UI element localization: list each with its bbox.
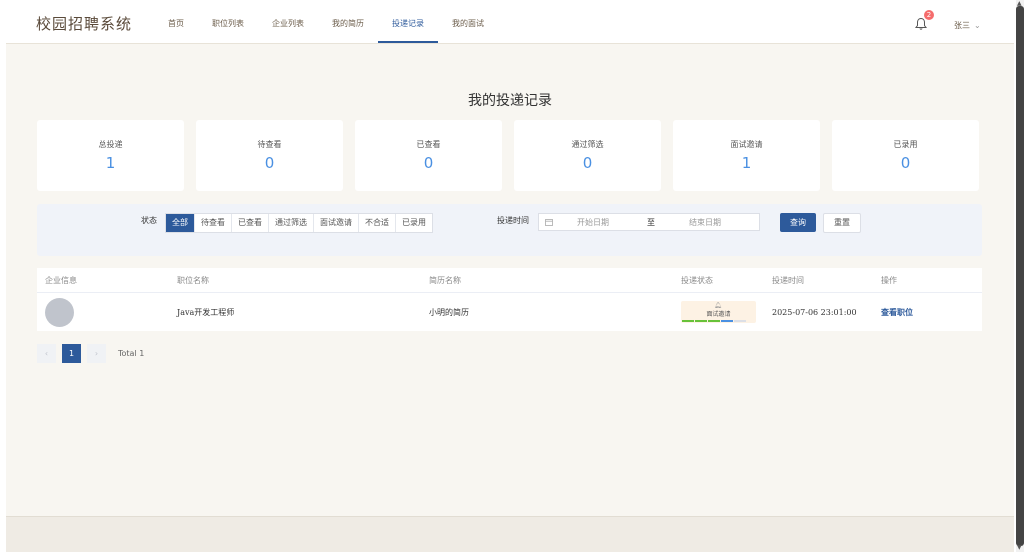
- stat-label: 待查看: [257, 140, 282, 149]
- status-option-rejected[interactable]: 不合适: [359, 214, 396, 232]
- company-avatar: [45, 297, 74, 327]
- application-time: 2025-07-06 23:01:00: [772, 307, 857, 317]
- bell-icon: 🔔︎: [714, 302, 722, 309]
- stat-label: 面试邀请: [730, 140, 763, 149]
- view-position-link[interactable]: 查看职位: [881, 307, 913, 318]
- status-filter-label: 状态: [141, 216, 157, 225]
- position-name: Java开发工程师: [177, 307, 235, 317]
- scroll-down-icon[interactable]: ▼: [1017, 544, 1022, 551]
- stat-value: 0: [900, 154, 911, 172]
- stat-card-viewed: 已查看 0: [355, 120, 502, 191]
- query-button[interactable]: 查询: [780, 213, 816, 232]
- status-filter-group: 全部 待查看 已查看 通过筛选 面试邀请 不合适 已录用: [165, 213, 433, 233]
- stat-value: 0: [264, 154, 275, 172]
- column-header-position: 职位名称: [177, 275, 209, 285]
- stat-value: 1: [741, 154, 752, 172]
- status-option-viewed[interactable]: 已查看: [232, 214, 269, 232]
- date-range-picker[interactable]: 开始日期 至 结束日期: [538, 213, 760, 231]
- calendar-icon: [545, 219, 553, 226]
- reset-button[interactable]: 重置: [823, 213, 861, 233]
- progress-segment: [682, 320, 694, 322]
- progress-segment: [721, 320, 733, 322]
- stat-card-passed: 通过筛选 0: [514, 120, 661, 191]
- progress-segment: [695, 320, 707, 322]
- nav-jobs[interactable]: 职位列表: [198, 0, 258, 43]
- scroll-up-icon[interactable]: ▲: [1017, 0, 1022, 7]
- column-header-status: 投递状态: [681, 275, 713, 285]
- page-number[interactable]: 1: [62, 344, 81, 363]
- applications-table: 企业信息 职位名称 简历名称 投递状态 投递时间 操作 Java开发工程师 小明…: [37, 268, 982, 331]
- date-range-separator: 至: [647, 218, 655, 227]
- stat-card-interview: 面试邀请 1: [673, 120, 820, 191]
- app-logo[interactable]: 校园招聘系统: [36, 13, 132, 34]
- start-date-input[interactable]: 开始日期: [577, 217, 609, 228]
- end-date-input[interactable]: 结束日期: [689, 217, 721, 228]
- stat-value: 0: [423, 154, 434, 172]
- progress-segment: [734, 320, 746, 322]
- stat-label: 通过筛选: [571, 140, 604, 149]
- column-header-company: 企业信息: [45, 275, 77, 285]
- column-header-time: 投递时间: [772, 275, 804, 285]
- table-row: Java开发工程师 小明的简历 🔔︎ 面试邀请 2025-07-06 23:01…: [37, 293, 982, 331]
- time-filter-label: 投递时间: [497, 216, 529, 225]
- user-menu[interactable]: 张三 ⌄: [954, 20, 981, 31]
- status-option-passed[interactable]: 通过筛选: [269, 214, 314, 232]
- app-frame: 校园招聘系统 首页 职位列表 企业列表 我的简历 投递记录 我的面试 2 张三 ⌄…: [6, 0, 1014, 552]
- page-footer: [6, 516, 1014, 552]
- status-progress-bar: [682, 320, 746, 322]
- status-option-pending[interactable]: 待查看: [195, 214, 232, 232]
- next-page-button[interactable]: ›: [87, 344, 106, 363]
- nav-resume[interactable]: 我的简历: [318, 0, 378, 43]
- progress-segment: [708, 320, 720, 322]
- nav-interviews[interactable]: 我的面试: [438, 0, 498, 43]
- chevron-down-icon: ⌄: [974, 21, 981, 30]
- stat-value: 1: [105, 154, 116, 172]
- filter-panel: 状态 全部 待查看 已查看 通过筛选 面试邀请 不合适 已录用 投递时间 开始日…: [37, 204, 982, 256]
- stat-card-total: 总投递 1: [37, 120, 184, 191]
- nav-applications[interactable]: 投递记录: [378, 0, 438, 43]
- status-option-hired[interactable]: 已录用: [396, 214, 432, 232]
- pagination: ‹ 1 › Total 1: [37, 344, 144, 363]
- table-header: 企业信息 职位名称 简历名称 投递状态 投递时间 操作: [37, 268, 982, 293]
- nav-companies[interactable]: 企业列表: [258, 0, 318, 43]
- resume-name: 小明的简历: [429, 307, 469, 317]
- prev-page-button[interactable]: ‹: [37, 344, 56, 363]
- notification-badge: 2: [924, 10, 934, 20]
- top-header: 校园招聘系统 首页 职位列表 企业列表 我的简历 投递记录 我的面试 2 张三 ⌄: [6, 0, 1014, 44]
- stat-label: 已查看: [416, 140, 441, 149]
- status-option-all[interactable]: 全部: [166, 214, 195, 232]
- column-header-resume: 简历名称: [429, 275, 461, 285]
- scrollbar-thumb[interactable]: [1016, 6, 1024, 546]
- status-text: 面试邀请: [706, 311, 731, 318]
- user-name: 张三: [954, 21, 970, 30]
- pagination-total: Total 1: [118, 349, 145, 358]
- status-badge: 🔔︎ 面试邀请: [681, 301, 756, 323]
- stat-value: 0: [582, 154, 593, 172]
- page-title: 我的投递记录: [468, 93, 552, 109]
- stat-label: 总投递: [98, 140, 123, 149]
- column-header-action: 操作: [881, 275, 897, 285]
- stat-card-pending: 待查看 0: [196, 120, 343, 191]
- stats-row: 总投递 1 待查看 0 已查看 0 通过筛选 0 面试邀请 1 已录用 0: [37, 120, 979, 191]
- stat-label: 已录用: [893, 140, 918, 149]
- status-option-interview[interactable]: 面试邀请: [314, 214, 359, 232]
- nav-home[interactable]: 首页: [154, 0, 198, 43]
- stat-card-hired: 已录用 0: [832, 120, 979, 191]
- main-nav: 首页 职位列表 企业列表 我的简历 投递记录 我的面试: [154, 0, 498, 43]
